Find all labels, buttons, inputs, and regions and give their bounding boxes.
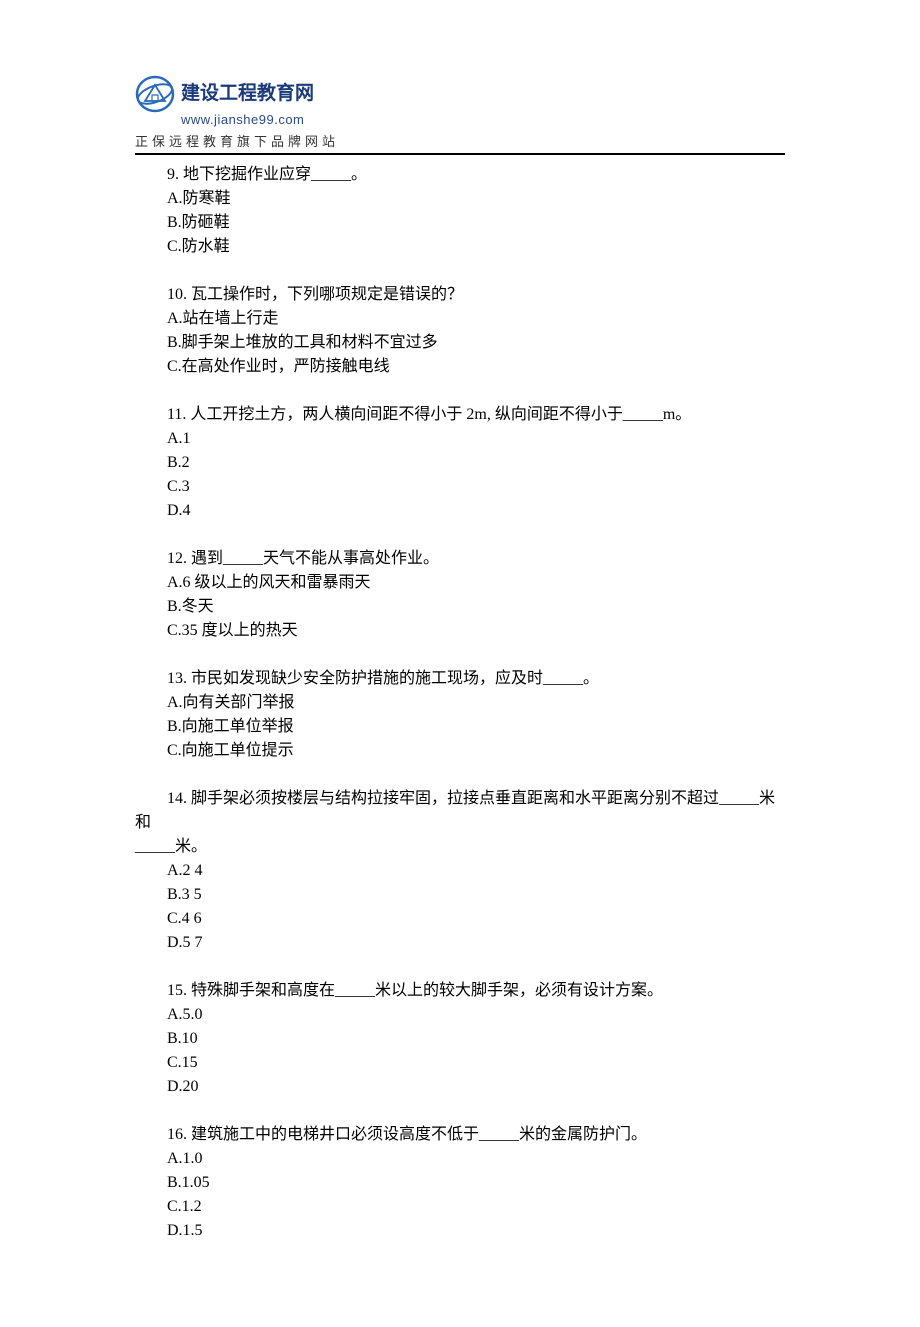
option: A.站在墙上行走 (135, 307, 785, 331)
option: B.向施工单位举报 (135, 715, 785, 739)
question-text: 13. 市民如发现缺少安全防护措施的施工现场，应及时_____。 (135, 667, 785, 691)
question-text: 14. 脚手架必须按楼层与结构拉接牢固，拉接点垂直距离和水平距离分别不超过___… (135, 787, 785, 835)
logo-row: 建设工程教育网 (135, 75, 785, 113)
option: A.2 4 (135, 859, 785, 883)
question-text: 12. 遇到_____天气不能从事高处作业。 (135, 547, 785, 571)
brand-name: 建设工程教育网 (181, 80, 314, 109)
option: B.10 (135, 1027, 785, 1051)
question-text: 16. 建筑施工中的电梯井口必须设高度不低于_____米的金属防护门。 (135, 1123, 785, 1147)
brand-url: www.jianshe99.com (181, 110, 785, 130)
option: C.4 6 (135, 907, 785, 931)
option: A.1 (135, 427, 785, 451)
question-16: 16. 建筑施工中的电梯井口必须设高度不低于_____米的金属防护门。 A.1.… (135, 1123, 785, 1243)
brand-tagline: 正保远程教育旗下品牌网站 (135, 132, 785, 152)
question-11: 11. 人工开挖土方，两人横向间距不得小于 2m, 纵向间距不得小于_____m… (135, 403, 785, 523)
option: D.20 (135, 1075, 785, 1099)
option: B.冬天 (135, 595, 785, 619)
question-text: 9. 地下挖掘作业应穿_____。 (135, 163, 785, 187)
question-12: 12. 遇到_____天气不能从事高处作业。 A.6 级以上的风天和雷暴雨天 B… (135, 547, 785, 643)
question-13: 13. 市民如发现缺少安全防护措施的施工现场，应及时_____。 A.向有关部门… (135, 667, 785, 763)
option: C.防水鞋 (135, 235, 785, 259)
option: C.在高处作业时，严防接触电线 (135, 355, 785, 379)
option: D.1.5 (135, 1219, 785, 1243)
option: B.2 (135, 451, 785, 475)
page: 建设工程教育网 www.jianshe99.com 正保远程教育旗下品牌网站 9… (0, 0, 920, 1327)
question-14: 14. 脚手架必须按楼层与结构拉接牢固，拉接点垂直距离和水平距离分别不超过___… (135, 787, 785, 955)
option: C.15 (135, 1051, 785, 1075)
option: A.防寒鞋 (135, 187, 785, 211)
option: A.6 级以上的风天和雷暴雨天 (135, 571, 785, 595)
option: C.3 (135, 475, 785, 499)
content: 9. 地下挖掘作业应穿_____。 A.防寒鞋 B.防砸鞋 C.防水鞋 10. … (135, 163, 785, 1243)
question-10: 10. 瓦工操作时，下列哪项规定是错误的？ A.站在墙上行走 B.脚手架上堆放的… (135, 283, 785, 379)
question-text: 11. 人工开挖土方，两人横向间距不得小于 2m, 纵向间距不得小于_____m… (135, 403, 785, 427)
option: A.1.0 (135, 1147, 785, 1171)
option: C.向施工单位提示 (135, 739, 785, 763)
option: D.4 (135, 499, 785, 523)
option: C.1.2 (135, 1195, 785, 1219)
option: B.1.05 (135, 1171, 785, 1195)
option: B.3 5 (135, 883, 785, 907)
header-divider (135, 153, 785, 155)
option: C.35 度以上的热天 (135, 619, 785, 643)
question-text-cont: _____米。 (135, 835, 785, 859)
option: B.防砸鞋 (135, 211, 785, 235)
option: B.脚手架上堆放的工具和材料不宜过多 (135, 331, 785, 355)
logo-icon (135, 75, 175, 113)
header: 建设工程教育网 www.jianshe99.com 正保远程教育旗下品牌网站 (135, 75, 785, 155)
option: A.5.0 (135, 1003, 785, 1027)
option: A.向有关部门举报 (135, 691, 785, 715)
question-15: 15. 特殊脚手架和高度在_____米以上的较大脚手架，必须有设计方案。 A.5… (135, 979, 785, 1099)
question-9: 9. 地下挖掘作业应穿_____。 A.防寒鞋 B.防砸鞋 C.防水鞋 (135, 163, 785, 259)
question-text: 10. 瓦工操作时，下列哪项规定是错误的？ (135, 283, 785, 307)
option: D.5 7 (135, 931, 785, 955)
question-text: 15. 特殊脚手架和高度在_____米以上的较大脚手架，必须有设计方案。 (135, 979, 785, 1003)
